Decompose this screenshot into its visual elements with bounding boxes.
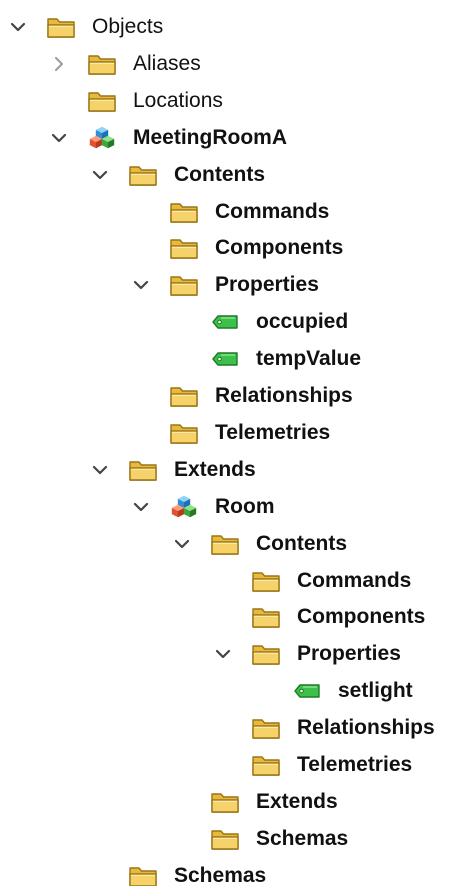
model-cubes-icon — [169, 493, 199, 521]
folder-icon — [169, 234, 199, 262]
tree-item[interactable]: Components — [0, 599, 449, 635]
chevron-down-icon[interactable] — [131, 275, 151, 295]
tree-item[interactable]: Components — [0, 230, 449, 266]
chevron-down-icon[interactable] — [131, 497, 151, 517]
folder-icon — [169, 419, 199, 447]
tree-item[interactable]: Properties — [0, 267, 449, 303]
tree-item-label: Aliases — [133, 51, 201, 75]
folder-icon — [169, 382, 199, 410]
folder-icon — [251, 714, 281, 742]
tree-item[interactable]: Contents — [0, 526, 449, 562]
folder-icon — [210, 788, 240, 816]
tree-item[interactable]: Extends — [0, 452, 449, 488]
tree-item[interactable]: Telemetries — [0, 415, 449, 451]
tree-item-label: Commands — [215, 199, 330, 223]
folder-icon — [210, 530, 240, 558]
tree-item[interactable]: Extends — [0, 784, 449, 820]
tree-item[interactable]: MeetingRoomA — [0, 120, 449, 156]
folder-icon — [251, 603, 281, 631]
tree-item-label: Relationships — [297, 716, 435, 740]
tree-item-label: occupied — [256, 310, 349, 334]
tree-item-label: setlight — [338, 679, 413, 703]
folder-icon — [87, 50, 117, 78]
chevron-down-icon[interactable] — [172, 534, 192, 554]
folder-icon — [210, 825, 240, 853]
tree-item-label: Extends — [174, 457, 256, 481]
tree-view: Objects Aliases Locations MeetingRoomA Conte… — [0, 0, 449, 886]
tree-item-label: MeetingRoomA — [133, 125, 287, 149]
tree-item[interactable]: Properties — [0, 636, 449, 672]
tree-item[interactable]: Contents — [0, 157, 449, 193]
folder-icon — [87, 87, 117, 115]
tree-item[interactable]: Commands — [0, 563, 449, 599]
chevron-down-icon[interactable] — [8, 17, 28, 37]
chevron-down-icon[interactable] — [90, 460, 110, 480]
tree-item[interactable]: Telemetries — [0, 747, 449, 783]
tree-item[interactable]: Objects — [0, 9, 449, 45]
folder-icon — [128, 862, 158, 886]
folder-icon — [128, 456, 158, 484]
tree-item-label: Components — [215, 236, 344, 260]
folder-icon — [251, 751, 281, 779]
tree-item[interactable]: Schemas — [0, 821, 449, 857]
tree-item-label: Properties — [215, 273, 319, 297]
property-tag-icon — [210, 345, 240, 373]
chevron-down-icon[interactable] — [213, 644, 233, 664]
tree-item-label: Properties — [297, 642, 401, 666]
tree-item-label: Telemetries — [215, 420, 331, 444]
tree-item-label: tempValue — [256, 347, 362, 371]
property-tag-icon — [210, 308, 240, 336]
folder-icon — [169, 198, 199, 226]
tree-item-label: Extends — [256, 789, 338, 813]
tree-item[interactable]: setlight — [0, 673, 449, 709]
tree-item-label: Schemas — [174, 863, 267, 886]
tree-item[interactable]: Relationships — [0, 710, 449, 746]
tree-item-label: Contents — [256, 531, 347, 555]
tree-item[interactable]: tempValue — [0, 341, 449, 377]
chevron-down-icon[interactable] — [90, 165, 110, 185]
model-cubes-icon — [87, 124, 117, 152]
tree-item-label: Relationships — [215, 384, 353, 407]
folder-icon — [46, 13, 76, 41]
tree-item[interactable]: Relationships — [0, 378, 449, 414]
folder-icon — [128, 161, 158, 189]
tree-item-label: Components — [297, 605, 426, 629]
folder-icon — [251, 567, 281, 595]
tree-item[interactable]: occupied — [0, 304, 449, 340]
tree-item-label: Commands — [297, 568, 412, 592]
chevron-right-icon[interactable] — [49, 54, 69, 74]
tree-item-label: Telemetries — [297, 753, 413, 776]
tree-item-label: Contents — [174, 162, 265, 186]
tree-item[interactable]: Schemas — [0, 858, 449, 886]
tree-item-label: Locations — [133, 88, 223, 112]
property-tag-icon — [292, 677, 322, 705]
tree-item[interactable]: Room — [0, 489, 449, 525]
tree-item[interactable]: Commands — [0, 194, 449, 230]
tree-item-label: Room — [215, 494, 275, 518]
tree-item[interactable]: Locations — [0, 83, 449, 119]
tree-item[interactable]: Aliases — [0, 46, 449, 82]
folder-icon — [251, 640, 281, 668]
folder-icon — [169, 271, 199, 299]
chevron-down-icon[interactable] — [49, 128, 69, 148]
tree-item-label: Objects — [92, 15, 164, 38]
tree-item-label: Schemas — [256, 826, 349, 850]
